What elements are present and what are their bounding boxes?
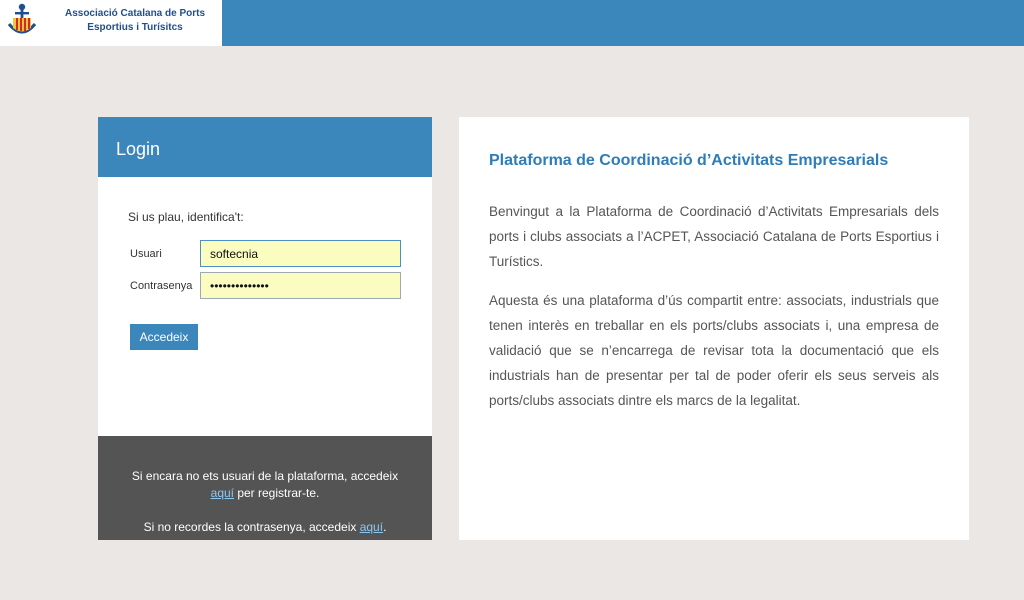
- info-paragraph-description: Aquesta és una plataforma d’ús compartit…: [489, 293, 939, 408]
- login-footer: Si encara no ets usuari de la plataforma…: [98, 436, 432, 540]
- login-title: Login: [116, 139, 161, 159]
- password-input[interactable]: [200, 272, 401, 299]
- anchor-logo-icon: [7, 3, 37, 34]
- register-text-end: per registrar-te.: [234, 486, 320, 500]
- password-label: Contrasenya: [130, 280, 193, 292]
- login-submit-button[interactable]: Accedeix: [130, 324, 198, 350]
- login-header: Login: [98, 117, 432, 177]
- forgot-password-text: Si no recordes la contrasenya, accedeix: [143, 520, 360, 534]
- register-link[interactable]: aquí: [211, 486, 234, 500]
- username-input[interactable]: [200, 240, 401, 267]
- forgot-password-link[interactable]: aquí: [360, 520, 383, 534]
- register-text: Si encara no ets usuari de la plataforma…: [131, 469, 399, 483]
- site-logo[interactable]: Associació Catalana de Ports Esportius i…: [0, 0, 222, 46]
- info-panel: Plataforma de Coordinació d’Activitats E…: [459, 117, 969, 540]
- organization-name-line1: Associació Catalana de Ports: [64, 8, 206, 19]
- register-message: Si encara no ets usuari de la plataforma…: [98, 468, 432, 502]
- login-panel: Login Si us plau, identifica't: Usuari C…: [98, 117, 432, 540]
- organization-name-line2: Esportius i Turísitcs: [87, 22, 183, 33]
- forgot-password-text-end: .: [383, 520, 387, 534]
- organization-name: Associació Catalana de Ports Esportius i…: [50, 7, 220, 35]
- info-title: Plataforma de Coordinació d’Activitats E…: [489, 152, 889, 169]
- forgot-password-message: Si no recordes la contrasenya, accedeix …: [98, 519, 432, 536]
- login-prompt: Si us plau, identifica't:: [128, 210, 244, 224]
- username-label: Usuari: [130, 248, 162, 260]
- info-paragraph-welcome: Benvingut a la Plataforma de Coordinació…: [489, 204, 939, 269]
